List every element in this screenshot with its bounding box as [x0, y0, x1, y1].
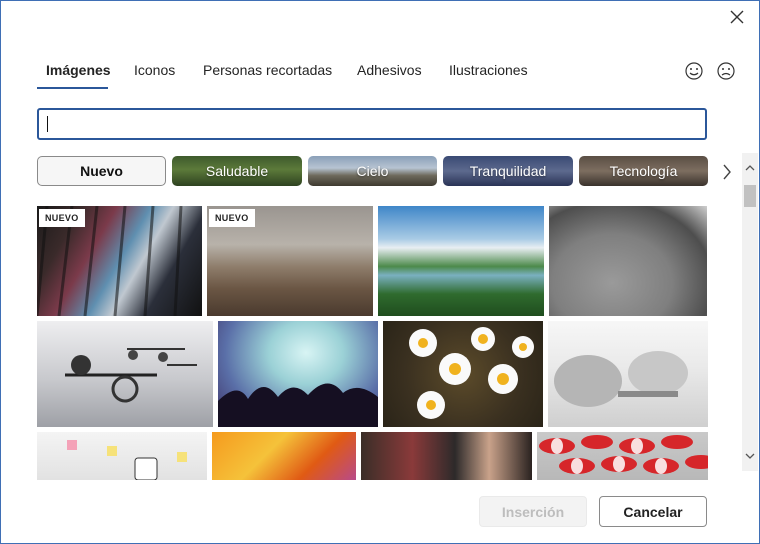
new-badge: NUEVO	[209, 209, 255, 227]
insert-images-dialog: Imágenes Iconos Personas recortadas Adhe…	[0, 0, 760, 544]
scroll-up-icon[interactable]	[744, 161, 756, 173]
image-green-bay[interactable]	[378, 206, 544, 316]
image-daisies[interactable]	[383, 321, 543, 427]
category-sky[interactable]: Cielo	[308, 156, 437, 186]
category-label: Tecnología	[609, 163, 678, 179]
image-concert-crowd[interactable]	[218, 321, 378, 427]
image-beach-umbrellas[interactable]	[537, 432, 708, 480]
tab-cutout-people[interactable]: Personas recortadas	[203, 62, 332, 78]
category-healthy[interactable]: Saludable	[172, 156, 302, 186]
category-label: Nuevo	[80, 163, 123, 179]
frown-icon[interactable]	[716, 61, 736, 81]
image-orange-abstract[interactable]	[212, 432, 356, 480]
scroll-down-icon[interactable]	[744, 449, 756, 461]
chevron-right-icon[interactable]	[717, 161, 737, 183]
new-badge: NUEVO	[39, 209, 85, 227]
tab-stickers[interactable]: Adhesivos	[357, 62, 422, 78]
image-cafe-chairs[interactable]	[548, 321, 708, 427]
tab-icons[interactable]: Iconos	[134, 62, 175, 78]
category-technology[interactable]: Tecnología	[579, 156, 708, 186]
insert-button[interactable]: Inserción	[479, 496, 587, 527]
search-box[interactable]	[37, 108, 707, 140]
image-library-books[interactable]: NUEVO	[37, 206, 202, 316]
image-sticky-notes[interactable]	[37, 432, 207, 480]
search-input[interactable]	[47, 112, 691, 138]
smile-icon[interactable]	[684, 61, 704, 81]
tab-illustrations[interactable]: Ilustraciones	[449, 62, 528, 78]
image-coastal-dunes[interactable]: NUEVO	[207, 206, 373, 316]
category-tranquility[interactable]: Tranquilidad	[443, 156, 573, 186]
close-icon[interactable]	[725, 5, 749, 29]
text-caret	[47, 116, 48, 132]
image-reading-person[interactable]	[361, 432, 532, 480]
active-tab-indicator	[37, 87, 108, 89]
category-new[interactable]: Nuevo	[37, 156, 166, 186]
scrollbar-thumb[interactable]	[744, 185, 756, 207]
image-concrete-spiral[interactable]	[549, 206, 707, 316]
category-label: Saludable	[205, 163, 269, 179]
image-balance-spheres[interactable]	[37, 321, 213, 427]
tab-images[interactable]: Imágenes	[46, 62, 111, 78]
category-label: Cielo	[356, 163, 389, 179]
cancel-button[interactable]: Cancelar	[599, 496, 707, 527]
category-label: Tranquilidad	[469, 163, 547, 179]
scrollbar[interactable]	[742, 153, 758, 471]
